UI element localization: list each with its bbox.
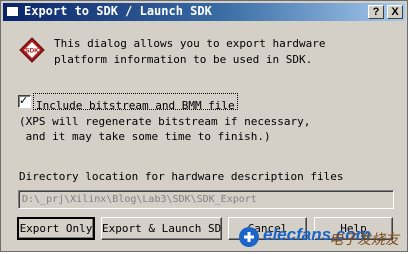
include-bitstream-checkbox[interactable]: ✓ (18, 94, 31, 108)
checkmark-icon: ✓ (19, 94, 29, 107)
include-bitstream-label: Include bitstream and BMM file (36, 99, 235, 112)
include-bitstream-label-focus[interactable]: Include bitstream and BMM file (33, 93, 238, 112)
note-line-1: (XPS will regenerate bitstream if necess… (19, 115, 311, 128)
window-title: Export to SDK / Launch SDK (24, 4, 212, 18)
description-line-1: This dialog allows you to export hardwar… (54, 37, 326, 50)
description-line-2: platform information to be used in SDK. (54, 53, 313, 66)
directory-label: Directory location for hardware descript… (19, 170, 344, 183)
close-button[interactable]: X (387, 5, 403, 19)
export-sdk-dialog: Export to SDK / Launch SDK ? X SDK This … (0, 0, 408, 252)
watermark: elecfans.com 电子发烧友 (237, 221, 407, 253)
window-icon (6, 6, 19, 17)
watermark-chinese: 电子发烧友 (329, 232, 399, 248)
sdk-logo-icon: SDK (19, 37, 45, 63)
watermark-logo-icon (239, 227, 259, 247)
export-and-launch-sdk-button[interactable]: Export & Launch SDK (101, 217, 222, 240)
help-title-button[interactable]: ? (368, 5, 384, 19)
directory-path-field[interactable]: D:\_prj\Xilinx\Blog\Lab3\SDK\SDK_Export (18, 190, 394, 209)
title-bar[interactable]: Export to SDK / Launch SDK ? X (3, 3, 405, 21)
note-line-2: and it may take some time to finish.) (19, 130, 271, 143)
sdk-logo-text: SDK (25, 48, 39, 55)
export-only-button[interactable]: Export Only (17, 217, 95, 240)
